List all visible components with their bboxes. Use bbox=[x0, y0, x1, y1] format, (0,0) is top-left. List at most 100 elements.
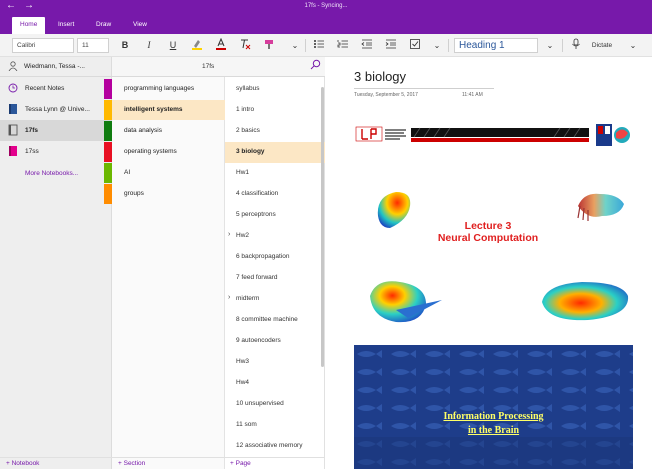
chevron-right-icon[interactable]: › bbox=[228, 294, 230, 301]
style-selector[interactable]: Heading 1 bbox=[454, 38, 538, 53]
person-icon bbox=[8, 61, 18, 74]
page-item[interactable]: 2 basics bbox=[225, 121, 325, 142]
numbered-list-icon[interactable] bbox=[336, 38, 350, 53]
chevron-down-icon[interactable]: ⌄ bbox=[430, 38, 444, 53]
notebook-label: 17fs bbox=[25, 127, 39, 134]
window-title: 17fs - Syncing... bbox=[304, 3, 348, 9]
font-color-icon[interactable] bbox=[214, 37, 228, 53]
page-item[interactable]: syllabus bbox=[225, 79, 325, 100]
page-label: 3 biology bbox=[236, 148, 265, 155]
microphone-icon[interactable] bbox=[569, 38, 583, 53]
underline-button[interactable]: U bbox=[166, 38, 180, 53]
section-item[interactable]: AI bbox=[112, 163, 225, 183]
chevron-down-icon[interactable]: ⌄ bbox=[626, 38, 640, 53]
section-color-tab[interactable] bbox=[104, 79, 112, 99]
notebook-icon bbox=[8, 103, 18, 115]
font-name-box[interactable]: Calibri bbox=[12, 38, 74, 53]
add-page-button[interactable]: + Page bbox=[230, 460, 251, 467]
checkbox-tag-icon[interactable] bbox=[408, 38, 422, 53]
page-item[interactable]: 4 classification bbox=[225, 184, 325, 205]
bullet-list-icon[interactable] bbox=[312, 38, 326, 53]
section-item[interactable]: programming languages bbox=[112, 79, 225, 99]
page-item[interactable]: 3 biology bbox=[225, 142, 325, 163]
decrease-indent-icon[interactable] bbox=[360, 38, 374, 53]
page-label: 12 associative memory bbox=[236, 442, 303, 449]
page-item[interactable]: 10 unsupervised bbox=[225, 394, 325, 415]
style-selector-label: Heading 1 bbox=[459, 40, 505, 51]
page-label: 1 intro bbox=[236, 106, 255, 113]
page-label: 9 autoencoders bbox=[236, 337, 281, 344]
add-section-button[interactable]: + Section bbox=[118, 460, 145, 467]
page-item[interactable]: › Hw2 bbox=[225, 226, 325, 247]
notebook-icon bbox=[8, 124, 18, 136]
search-icon[interactable] bbox=[310, 59, 321, 73]
italic-button[interactable]: I bbox=[142, 38, 156, 53]
section-color-tab[interactable] bbox=[104, 100, 112, 120]
tab-view[interactable]: View bbox=[125, 17, 155, 34]
format-painter-icon[interactable] bbox=[262, 38, 276, 53]
page-item[interactable]: 8 committee machine bbox=[225, 310, 325, 331]
slide-title-line1: Information Processing bbox=[443, 411, 544, 422]
toolbar-divider bbox=[448, 39, 449, 52]
tab-draw[interactable]: Draw bbox=[88, 17, 119, 34]
section-item[interactable]: intelligent systems bbox=[112, 100, 225, 120]
pages-scrollbar[interactable] bbox=[321, 87, 324, 367]
account-header[interactable]: Wiedmann, Tessa -... bbox=[0, 57, 112, 77]
title-underline bbox=[354, 88, 494, 89]
page-item[interactable]: 11 som bbox=[225, 415, 325, 436]
section-color-tab[interactable] bbox=[104, 121, 112, 141]
page-label: Hw4 bbox=[236, 379, 250, 386]
tab-insert[interactable]: Insert bbox=[50, 17, 82, 34]
chevron-right-icon[interactable]: › bbox=[228, 231, 230, 238]
clear-formatting-icon[interactable] bbox=[238, 38, 252, 53]
page-item[interactable]: 6 backpropagation bbox=[225, 247, 325, 268]
highlight-icon[interactable] bbox=[190, 38, 204, 53]
page-item[interactable]: 9 autoencoders bbox=[225, 331, 325, 352]
chevron-down-icon[interactable]: ⌄ bbox=[543, 38, 557, 53]
notebook-label: Tessa Lynn @ Unive... bbox=[25, 106, 90, 113]
section-item[interactable]: groups bbox=[112, 184, 225, 204]
notebook-icon bbox=[8, 145, 18, 157]
current-notebook-title: 17fs bbox=[202, 63, 215, 70]
tab-home[interactable]: Home bbox=[12, 17, 46, 34]
page-item[interactable]: 5 perceptrons bbox=[225, 205, 325, 226]
add-section-label: Section bbox=[123, 460, 146, 467]
section-item[interactable]: data analysis bbox=[112, 121, 225, 141]
page-item[interactable]: Hw3 bbox=[225, 352, 325, 373]
clock-icon bbox=[8, 82, 18, 94]
page-label: syllabus bbox=[236, 85, 260, 92]
lecture-topic: Neural Computation bbox=[437, 232, 539, 244]
notebook-item-tessa[interactable]: Tessa Lynn @ Unive... bbox=[0, 99, 112, 120]
page-label: 11 som bbox=[236, 421, 257, 428]
dictate-button[interactable]: Dictate bbox=[587, 38, 617, 53]
page-item[interactable]: 1 intro bbox=[225, 100, 325, 121]
font-size-box[interactable]: 11 bbox=[77, 38, 109, 53]
page-item[interactable]: Hw4 bbox=[225, 373, 325, 394]
page-item[interactable]: 12 associative memory bbox=[225, 436, 325, 457]
bold-button[interactable]: B bbox=[118, 38, 132, 53]
notebook-item-recent[interactable]: Recent Notes bbox=[0, 78, 112, 99]
page-item[interactable]: › midterm bbox=[225, 289, 325, 310]
more-notebooks-link[interactable]: More Notebooks... bbox=[25, 170, 78, 177]
section-item[interactable]: operating systems bbox=[112, 142, 225, 162]
section-header: 17fs bbox=[112, 57, 325, 77]
section-color-tab[interactable] bbox=[104, 142, 112, 162]
page-item[interactable]: 7 feed forward bbox=[225, 268, 325, 289]
page-item[interactable]: Hw1 bbox=[225, 163, 325, 184]
page-time: 11:41 AM bbox=[462, 92, 483, 98]
section-color-tab[interactable] bbox=[104, 163, 112, 183]
section-label: data analysis bbox=[124, 127, 162, 134]
add-notebook-button[interactable]: + Notebook bbox=[6, 460, 39, 467]
notebook-label: 17ss bbox=[25, 148, 39, 155]
slide-title: Information Processing in the Brain bbox=[354, 410, 633, 438]
page-date: Tuesday, September 5, 2017 bbox=[354, 92, 418, 98]
notebook-item-17ss[interactable]: 17ss bbox=[0, 141, 112, 162]
section-color-tab[interactable] bbox=[104, 184, 112, 204]
chevron-down-icon[interactable]: ⌄ bbox=[288, 38, 302, 53]
page-title[interactable]: 3 biology bbox=[354, 69, 406, 84]
ribbon-tabs: Home Insert Draw View bbox=[0, 14, 652, 34]
increase-indent-icon[interactable] bbox=[384, 38, 398, 53]
toolbar-divider bbox=[305, 39, 306, 52]
notebook-item-17fs[interactable]: 17fs bbox=[0, 120, 112, 141]
toolbar-divider bbox=[562, 39, 563, 52]
